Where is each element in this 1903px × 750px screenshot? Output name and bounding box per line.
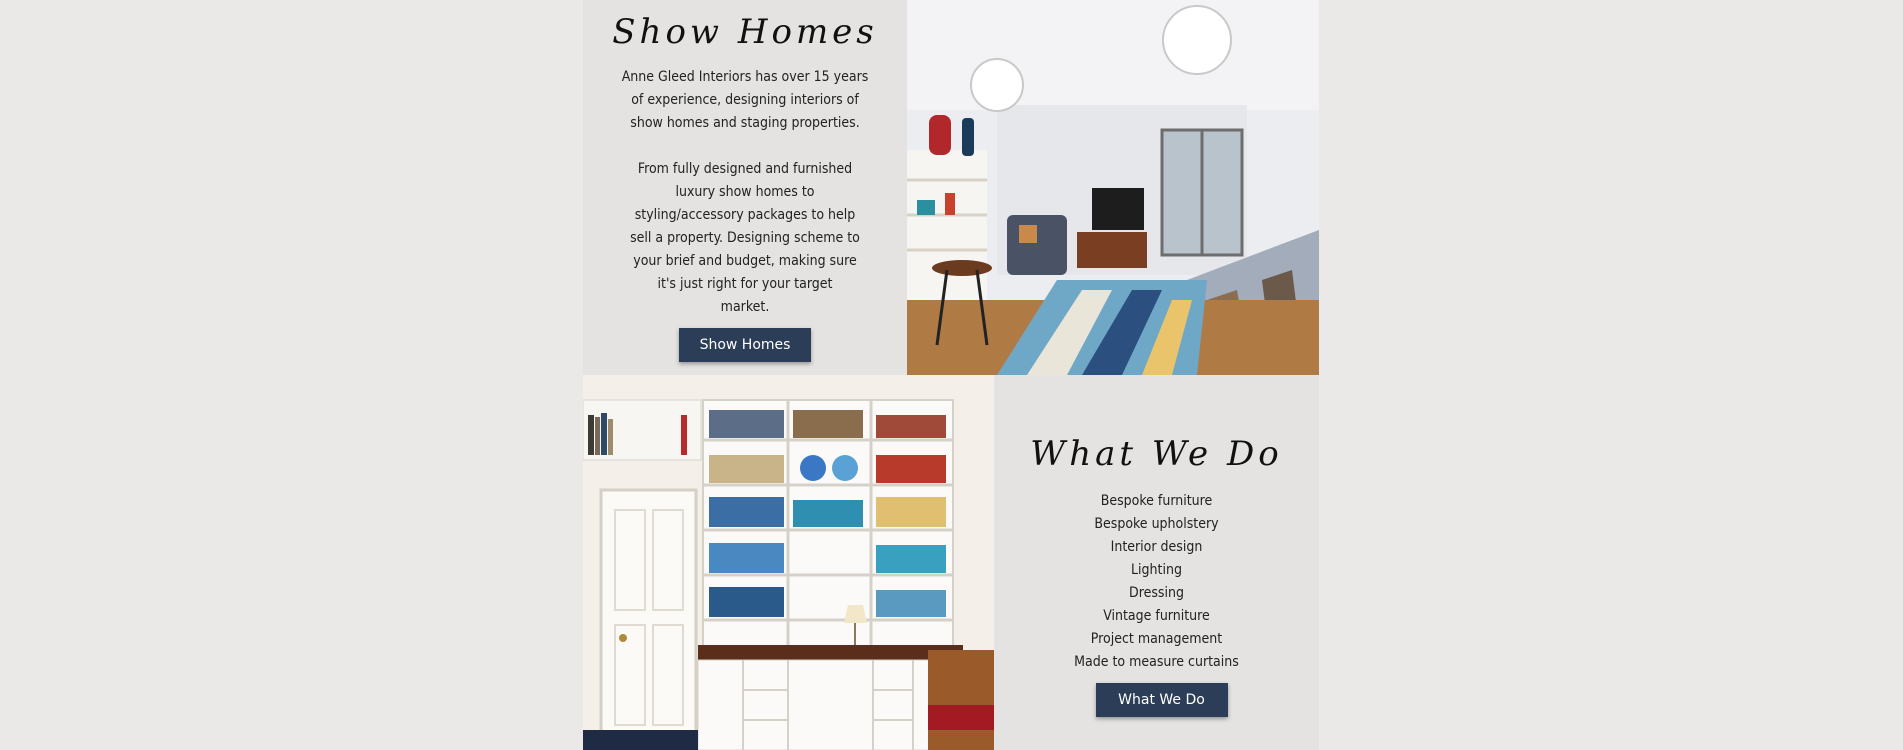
what-we-do-button[interactable]: What We Do <box>1095 683 1228 717</box>
bookshelf-photo <box>583 375 994 750</box>
services-list: Bespoke furniture Bespoke upholstery Int… <box>1074 490 1239 674</box>
text-line: Anne Gleed Interiors has over 15 years <box>621 69 869 85</box>
text-line: market. <box>720 299 770 315</box>
text-line: show homes and staging properties. <box>630 115 860 131</box>
service-item: Made to measure curtains <box>1074 654 1239 670</box>
text-line: your brief and budget, making sure <box>633 253 857 269</box>
text-line: From fully designed and furnished <box>637 161 853 177</box>
service-item: Interior design <box>1110 539 1203 555</box>
text-line: luxury show homes to <box>675 184 815 200</box>
show-homes-para-2: From fully designed and furnished luxury… <box>622 158 869 319</box>
show-homes-description: Anne Gleed Interiors has over 15 years o… <box>622 66 869 319</box>
service-item: Vintage furniture <box>1103 608 1210 624</box>
service-item: Lighting <box>1131 562 1182 578</box>
show-homes-panel: Show Homes Anne Gleed Interiors has over… <box>583 0 907 375</box>
service-item: Project management <box>1090 631 1223 647</box>
show-homes-button[interactable]: Show Homes <box>679 328 811 362</box>
what-we-do-panel: What We Do Bespoke furniture Bespoke uph… <box>994 375 1319 750</box>
living-room-photo <box>907 0 1319 375</box>
show-homes-para-1: Anne Gleed Interiors has over 15 years o… <box>622 66 869 135</box>
what-we-do-title: What We Do <box>1030 434 1283 474</box>
text-line: sell a property. Designing scheme to <box>630 230 860 246</box>
service-item: Bespoke furniture <box>1100 493 1213 509</box>
text-line: it's just right for your target <box>657 276 833 292</box>
living-room-image <box>907 0 1319 375</box>
text-line: styling/accessory packages to help <box>634 207 856 223</box>
service-item: Bespoke upholstery <box>1094 516 1219 532</box>
bookshelf-image <box>583 375 994 750</box>
service-item: Dressing <box>1129 585 1184 601</box>
text-line: of experience, designing interiors of <box>631 92 859 108</box>
show-homes-title: Show Homes <box>612 12 878 52</box>
